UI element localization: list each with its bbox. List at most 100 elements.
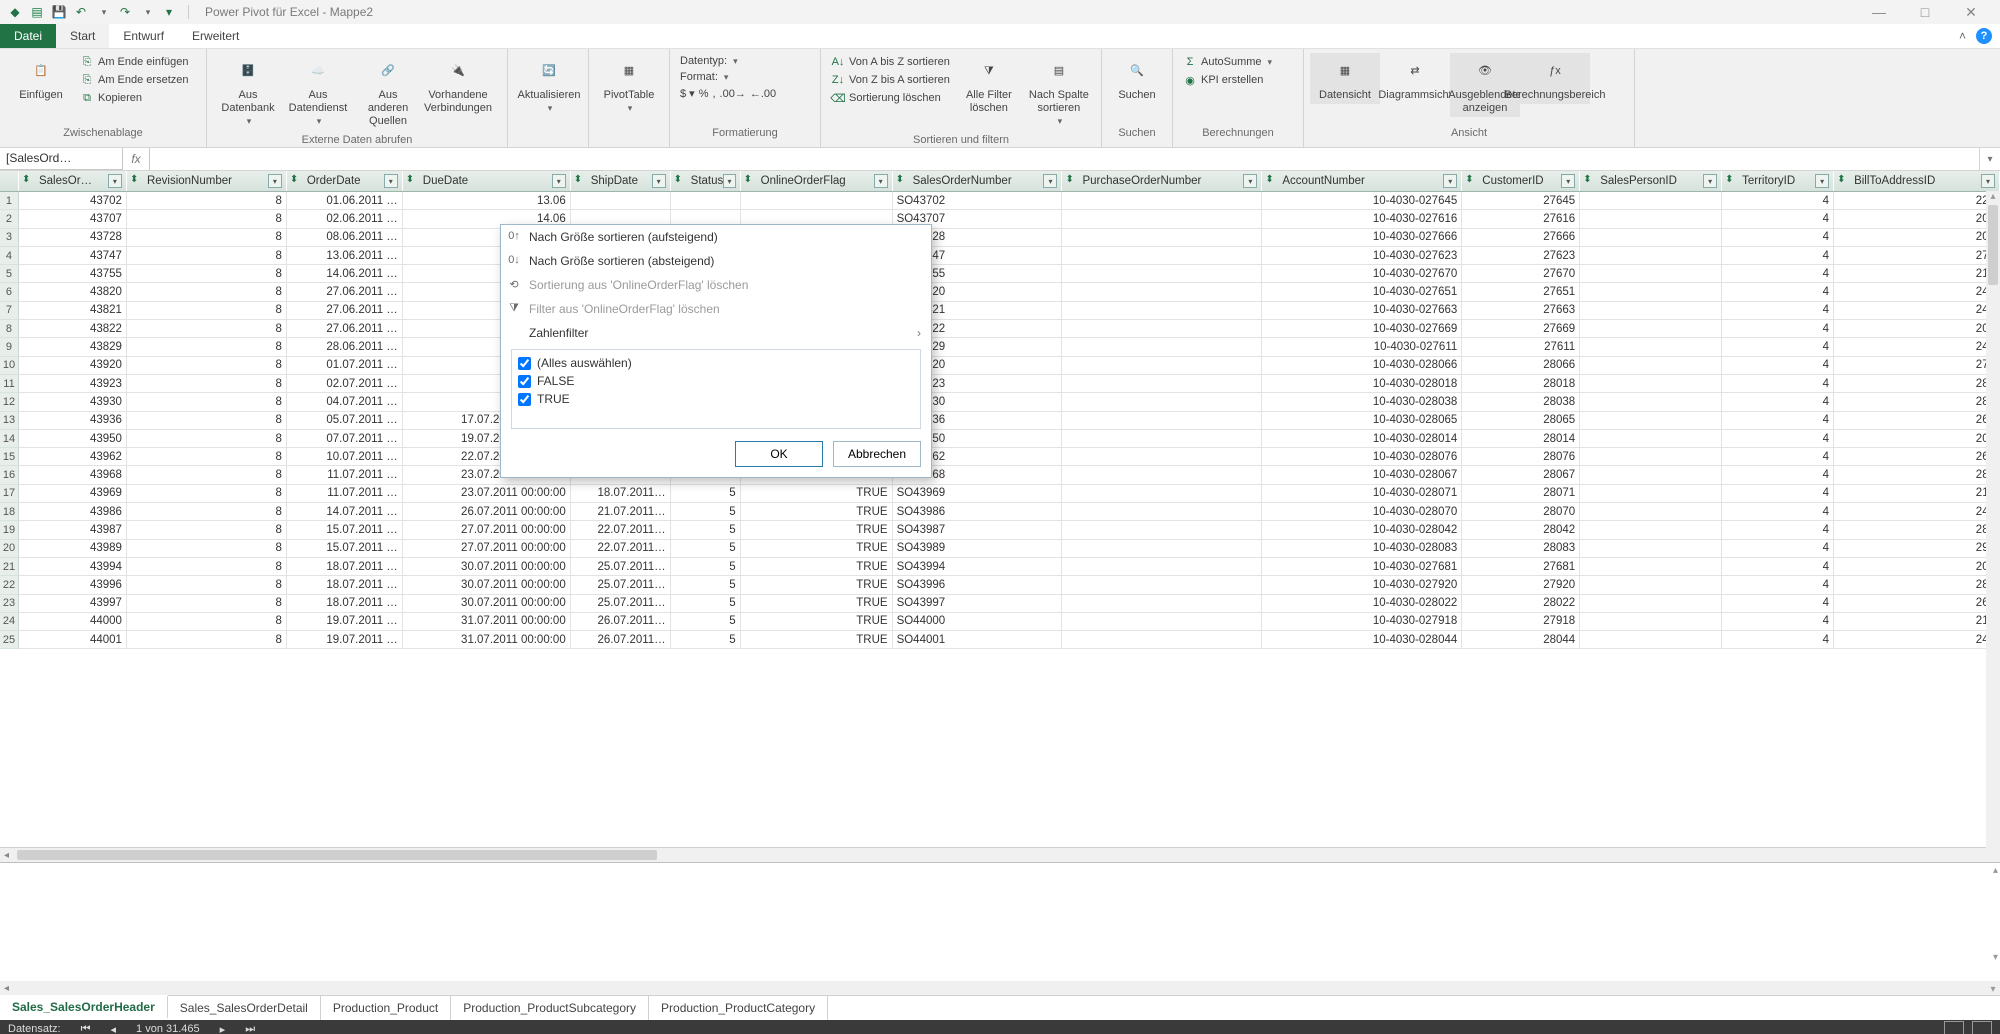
autosum-button[interactable]: ΣAutoSumme (1179, 53, 1276, 71)
cell-OnlineOrderFlag[interactable]: TRUE (741, 613, 893, 631)
cell-Status[interactable]: 5 (671, 595, 741, 613)
cell-SalesPersonID[interactable] (1580, 503, 1722, 521)
cell-TerritoryID[interactable]: 4 (1722, 540, 1834, 558)
cell-CustomerID[interactable]: 28065 (1462, 412, 1580, 430)
sort-asc-button[interactable]: A↓Von A bis Z sortieren (827, 53, 954, 71)
help-icon[interactable]: ? (1976, 28, 1992, 44)
cell-OrderDate[interactable]: 10.07.2011 … (287, 448, 403, 466)
cell-PurchaseOrderNumber[interactable] (1062, 631, 1262, 649)
table-row[interactable]: 543755814.06.2011 …26.06SO4375510-4030-0… (0, 265, 2000, 283)
cell-AccountNumber[interactable]: 10-4030-028018 (1262, 375, 1462, 393)
cell-OrderDate[interactable]: 07.07.2011 … (287, 430, 403, 448)
cell-SalesOrderNumber[interactable]: SO43996 (893, 576, 1063, 594)
sort-descending-item[interactable]: 0↓Nach Größe sortieren (absteigend) (501, 249, 931, 273)
cell-OrderDate[interactable]: 02.06.2011 … (287, 210, 403, 228)
cell-OrderDate[interactable]: 05.07.2011 … (287, 412, 403, 430)
table-row[interactable]: 1843986814.07.2011 …26.07.2011 00:00:002… (0, 503, 2000, 521)
table-row[interactable]: 1143923802.07.2011 …14.07SO4392310-4030-… (0, 375, 2000, 393)
cell-CustomerID[interactable]: 28018 (1462, 375, 1580, 393)
cell-CustomerID[interactable]: 27918 (1462, 613, 1580, 631)
row-number[interactable]: 15 (0, 448, 19, 466)
cell-CustomerID[interactable]: 28066 (1462, 357, 1580, 375)
cell-ShipDate[interactable]: 22.07.2011… (571, 521, 671, 539)
cell-TerritoryID[interactable]: 4 (1722, 375, 1834, 393)
row-number[interactable]: 20 (0, 540, 19, 558)
cell-AccountNumber[interactable]: 10-4030-027651 (1262, 283, 1462, 301)
cell-AccountNumber[interactable]: 10-4030-027918 (1262, 613, 1462, 631)
cell-CustomerID[interactable]: 28042 (1462, 521, 1580, 539)
cell-RevisionNumber[interactable]: 8 (127, 595, 287, 613)
cell-CustomerID[interactable]: 28067 (1462, 466, 1580, 484)
cell-SalesOr[interactable]: 43930 (19, 393, 127, 411)
cell-OnlineOrderFlag[interactable]: TRUE (741, 503, 893, 521)
percent-icon[interactable]: % (699, 88, 709, 100)
cell-TerritoryID[interactable]: 4 (1722, 613, 1834, 631)
filter-toggle-icon[interactable]: ▾ (552, 174, 566, 188)
cell-OnlineOrderFlag[interactable]: TRUE (741, 558, 893, 576)
row-number[interactable]: 5 (0, 265, 19, 283)
cell-RevisionNumber[interactable]: 8 (127, 283, 287, 301)
cell-SalesPersonID[interactable] (1580, 320, 1722, 338)
cell-SalesOr[interactable]: 43962 (19, 448, 127, 466)
cell-CustomerID[interactable]: 27669 (1462, 320, 1580, 338)
cell-SalesOr[interactable]: 43923 (19, 375, 127, 393)
cell-SalesOr[interactable]: 43994 (19, 558, 127, 576)
cell-Status[interactable]: 5 (671, 485, 741, 503)
nav-next-icon[interactable]: ▸ (220, 1023, 226, 1034)
column-header-SalesOr[interactable]: ⬍SalesOr…▾ (19, 171, 127, 191)
cell-PurchaseOrderNumber[interactable] (1062, 448, 1262, 466)
cell-SalesOrderNumber[interactable]: SO43994 (893, 558, 1063, 576)
sheet-tab-Sales_SalesOrderDetail[interactable]: Sales_SalesOrderDetail (168, 996, 321, 1020)
cell-SalesPersonID[interactable] (1580, 576, 1722, 594)
cell-RevisionNumber[interactable]: 8 (127, 631, 287, 649)
table-row[interactable]: 1943987815.07.2011 …27.07.2011 00:00:002… (0, 521, 2000, 539)
cell-RevisionNumber[interactable]: 8 (127, 576, 287, 594)
cell-ShipDate[interactable]: 21.07.2011… (571, 503, 671, 521)
cell-BillToAddressID[interactable]: 218 (1834, 485, 2000, 503)
cell-DueDate[interactable]: 26.07.2011 00:00:00 (403, 503, 571, 521)
cell-OrderDate[interactable]: 19.07.2011 … (287, 631, 403, 649)
cell-TerritoryID[interactable]: 4 (1722, 503, 1834, 521)
cell-DueDate[interactable]: 31.07.2011 00:00:00 (403, 613, 571, 631)
select-all-checkbox[interactable]: (Alles auswählen) (518, 354, 914, 372)
from-dataservice-button[interactable]: ☁️Aus Datendienst (283, 53, 353, 130)
cell-BillToAddressID[interactable]: 266 (1834, 448, 2000, 466)
from-database-button[interactable]: 🗄️Aus Datenbank (213, 53, 283, 130)
cell-OnlineOrderFlag[interactable]: TRUE (741, 540, 893, 558)
ok-button[interactable]: OK (735, 441, 823, 467)
cell-ShipDate[interactable]: 18.07.2011… (571, 485, 671, 503)
cell-TerritoryID[interactable]: 4 (1722, 631, 1834, 649)
calc-scroll-up-icon[interactable]: ▴ (1993, 865, 1998, 876)
excel-icon[interactable]: ▤ (28, 3, 46, 21)
cell-DueDate[interactable]: 30.07.2011 00:00:00 (403, 595, 571, 613)
cell-OrderDate[interactable]: 18.07.2011 … (287, 595, 403, 613)
cell-PurchaseOrderNumber[interactable] (1062, 375, 1262, 393)
filter-toggle-icon[interactable]: ▾ (874, 174, 888, 188)
cell-SalesPersonID[interactable] (1580, 430, 1722, 448)
show-hidden-button[interactable]: 👁Ausgeblendete anzeigen (1450, 53, 1520, 117)
sheet-tab-Production_Product[interactable]: Production_Product (321, 996, 451, 1020)
cell-RevisionNumber[interactable]: 8 (127, 302, 287, 320)
table-row[interactable]: 2243996818.07.2011 …30.07.2011 00:00:002… (0, 576, 2000, 594)
cell-OrderDate[interactable]: 14.07.2011 … (287, 503, 403, 521)
cell-OrderDate[interactable]: 18.07.2011 … (287, 558, 403, 576)
cell-CustomerID[interactable]: 28014 (1462, 430, 1580, 448)
cell-PurchaseOrderNumber[interactable] (1062, 540, 1262, 558)
cell-BillToAddressID[interactable]: 269 (1834, 412, 2000, 430)
maximize-button[interactable]: □ (1902, 0, 1948, 24)
cell-RevisionNumber[interactable]: 8 (127, 412, 287, 430)
cell-SalesPersonID[interactable] (1580, 229, 1722, 247)
cell-CustomerID[interactable]: 27663 (1462, 302, 1580, 320)
cell-SalesOrderNumber[interactable]: SO44000 (893, 613, 1063, 631)
cell-OrderDate[interactable]: 11.07.2011 … (287, 485, 403, 503)
cell-SalesPersonID[interactable] (1580, 393, 1722, 411)
fx-icon[interactable]: fx (123, 148, 150, 170)
row-number[interactable]: 3 (0, 229, 19, 247)
cell-OrderDate[interactable]: 27.06.2011 … (287, 283, 403, 301)
cell-BillToAddressID[interactable]: 204 (1834, 430, 2000, 448)
cell-OnlineOrderFlag[interactable]: TRUE (741, 576, 893, 594)
clear-sort-button[interactable]: ⌫Sortierung löschen (827, 89, 954, 107)
cell-SalesPersonID[interactable] (1580, 265, 1722, 283)
cell-AccountNumber[interactable]: 10-4030-028083 (1262, 540, 1462, 558)
table-row[interactable]: 143702801.06.2011 …13.06SO4370210-4030-0… (0, 192, 2000, 210)
